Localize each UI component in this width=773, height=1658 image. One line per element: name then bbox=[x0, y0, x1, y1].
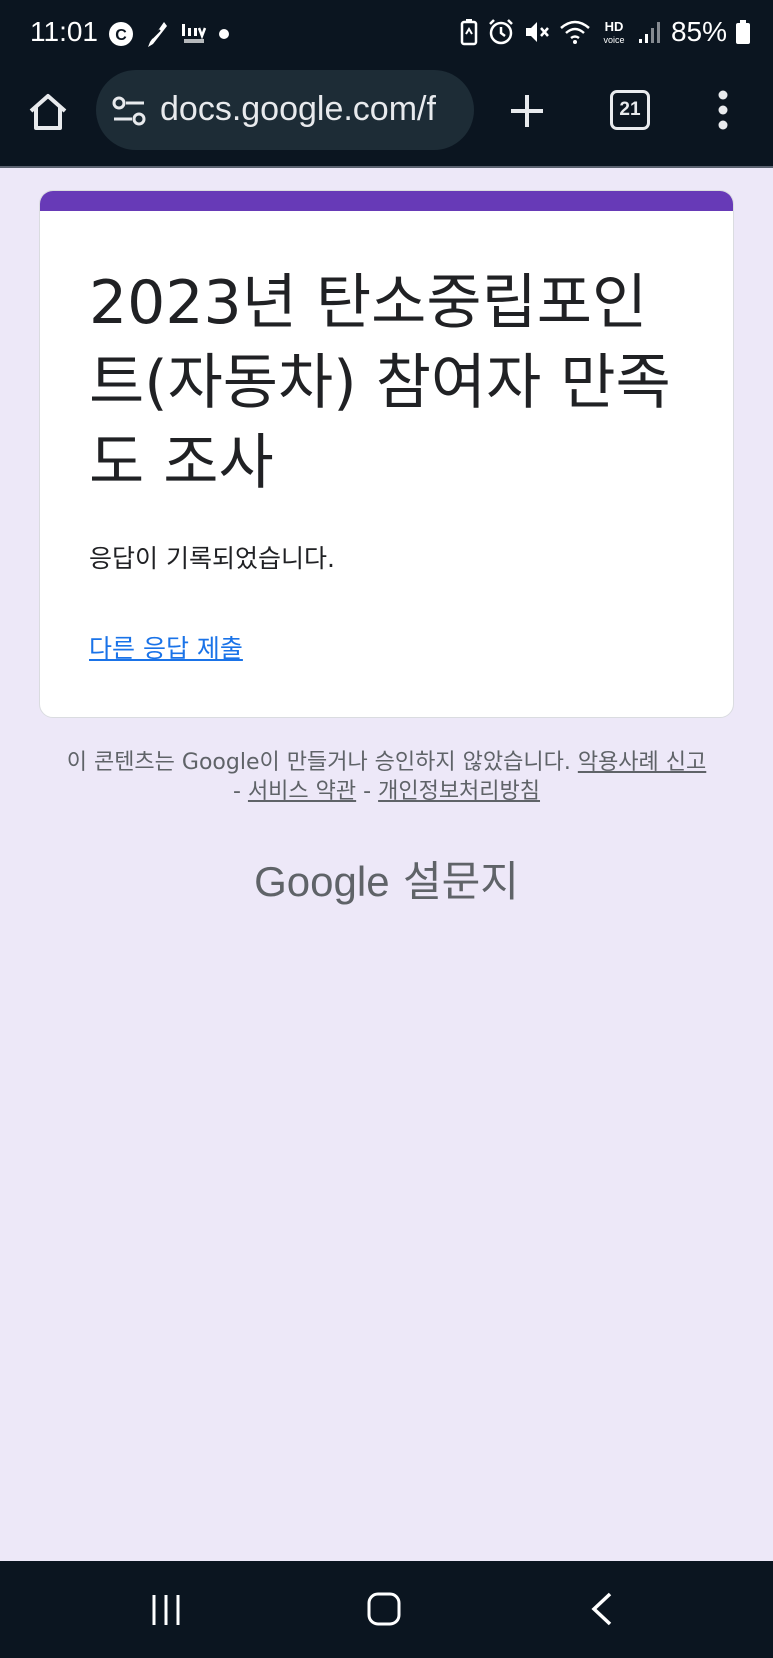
new-tab-icon[interactable] bbox=[508, 92, 546, 130]
signal-icon bbox=[638, 22, 660, 43]
google-wordmark: Google bbox=[254, 858, 390, 905]
terms-link[interactable]: 서비스 약관 bbox=[248, 779, 356, 804]
separator: - bbox=[363, 779, 372, 804]
more-menu-icon[interactable] bbox=[712, 88, 734, 132]
google-forms-logo[interactable]: Google 설문지 bbox=[0, 848, 773, 909]
system-icons: HD voice 85% bbox=[459, 16, 751, 48]
notification-icons: C bbox=[108, 20, 230, 48]
status-bar: 11:01 C HD voice 85% bbox=[0, 0, 773, 68]
address-bar[interactable]: docs.google.com/f bbox=[96, 70, 474, 150]
liiv-next-icon bbox=[182, 24, 207, 43]
report-abuse-link[interactable]: 악용사례 신고 bbox=[578, 750, 706, 775]
disclaimer-text: 이 콘텐츠는 Google이 만들거나 승인하지 않았습니다. bbox=[66, 750, 571, 775]
mute-icon bbox=[525, 22, 549, 42]
svg-text:C: C bbox=[115, 27, 127, 44]
hd-voice-icon: HDvoice bbox=[603, 19, 624, 45]
card-accent-bar bbox=[40, 191, 733, 211]
submit-another-response-link[interactable]: 다른 응답 제출 bbox=[89, 629, 243, 665]
confirmation-message: 응답이 기록되었습니다. bbox=[89, 544, 335, 573]
forms-wordmark: 설문지 bbox=[402, 857, 519, 906]
site-settings-icon[interactable] bbox=[112, 96, 146, 126]
navigation-bar bbox=[0, 1561, 773, 1658]
dot-icon bbox=[219, 29, 229, 39]
home-icon[interactable] bbox=[26, 90, 70, 134]
status-time: 11:01 bbox=[30, 16, 98, 47]
privacy-link[interactable]: 개인정보처리방침 bbox=[378, 779, 540, 804]
battery-percent: 85% bbox=[670, 16, 727, 47]
battery-icon bbox=[736, 20, 750, 44]
form-confirmation-card: 2023년 탄소중립포인트(자동차) 참여자 만족도 조사 응답이 기록되었습니… bbox=[39, 190, 734, 718]
separator: - bbox=[232, 779, 241, 804]
svg-text:HD: HD bbox=[605, 19, 624, 34]
svg-text:voice: voice bbox=[603, 35, 624, 45]
home-nav-icon[interactable] bbox=[366, 1591, 402, 1627]
wifi-icon bbox=[560, 20, 590, 44]
c-icon: C bbox=[109, 22, 133, 46]
recent-apps-icon[interactable] bbox=[148, 1593, 184, 1627]
browser-toolbar: docs.google.com/f 21 bbox=[0, 68, 773, 168]
battery-saver-icon bbox=[460, 19, 478, 46]
footer-disclaimer: 이 콘텐츠는 Google이 만들거나 승인하지 않았습니다. 악용사례 신고 … bbox=[60, 748, 713, 806]
url-text[interactable]: docs.google.com/f bbox=[160, 90, 460, 129]
back-icon[interactable] bbox=[588, 1591, 614, 1627]
feather-icon bbox=[148, 22, 167, 47]
form-title: 2023년 탄소중립포인트(자동차) 참여자 만족도 조사 bbox=[89, 268, 671, 498]
alarm-icon bbox=[489, 19, 513, 45]
tab-switcher-button[interactable]: 21 bbox=[610, 90, 650, 130]
